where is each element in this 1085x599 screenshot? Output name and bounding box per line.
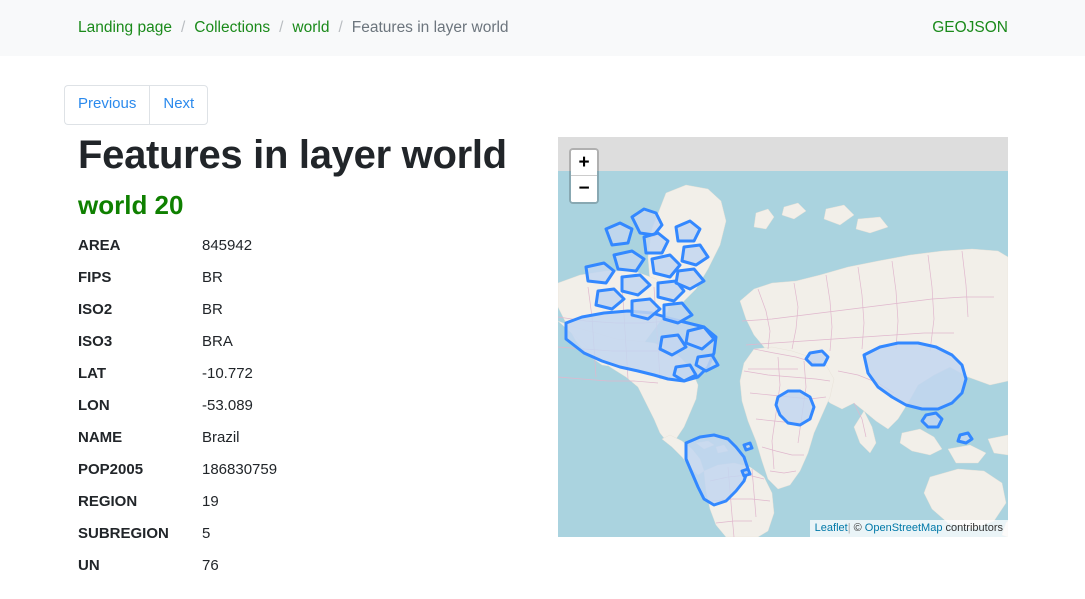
page-title: Features in layer world <box>78 132 538 178</box>
property-name: NAME <box>78 429 202 461</box>
map-zoom-control: + − <box>569 148 599 204</box>
header-bar: Landing page / Collections / world / Fea… <box>0 0 1085 56</box>
property-name: LAT <box>78 365 202 397</box>
breadcrumb-item-collections[interactable]: Collections <box>194 19 270 37</box>
highlighted-arctic-island <box>696 355 718 371</box>
property-value: BR <box>202 301 538 333</box>
breadcrumb-separator: / <box>338 19 342 37</box>
map-tile-layer <box>558 171 1008 537</box>
property-name: SUBREGION <box>78 525 202 557</box>
property-value: 19 <box>202 493 538 525</box>
property-value: BR <box>202 269 538 301</box>
table-row: UN76 <box>78 557 538 589</box>
breadcrumb-item-current: Features in layer world <box>352 19 509 37</box>
highlighted-arctic-island <box>586 263 614 283</box>
openstreetmap-link[interactable]: OpenStreetMap <box>865 522 943 534</box>
table-row: FIPSBR <box>78 269 538 301</box>
property-name: REGION <box>78 493 202 525</box>
property-value: BRA <box>202 333 538 365</box>
next-button[interactable]: Next <box>149 85 208 125</box>
property-name: ISO3 <box>78 333 202 365</box>
property-value: 845942 <box>202 237 538 269</box>
breadcrumb-separator: / <box>181 19 185 37</box>
property-name: LON <box>78 397 202 429</box>
leaflet-link[interactable]: Leaflet <box>815 522 848 534</box>
table-row: LON-53.089 <box>78 397 538 429</box>
breadcrumb: Landing page / Collections / world / Fea… <box>78 19 509 37</box>
table-row: LAT-10.772 <box>78 365 538 397</box>
highlighted-island <box>744 443 752 450</box>
feature-properties-body: AREA845942FIPSBRISO2BRISO3BRALAT-10.772L… <box>78 237 538 589</box>
attribution-separator: | <box>848 522 851 534</box>
property-value: 76 <box>202 557 538 589</box>
table-row: SUBREGION5 <box>78 525 538 557</box>
highlighted-arctic-island <box>664 303 692 323</box>
highlighted-brunei <box>958 433 972 443</box>
property-name: AREA <box>78 237 202 269</box>
feature-properties-table: AREA845942FIPSBRISO2BRISO3BRALAT-10.772L… <box>78 237 538 589</box>
property-name: FIPS <box>78 269 202 301</box>
map-blank-tile-band <box>558 137 1008 171</box>
highlighted-arctic-island <box>606 223 632 245</box>
property-value: 5 <box>202 525 538 557</box>
feature-detail-panel: Features in layer world world 20 AREA845… <box>78 132 538 589</box>
map-attribution: Leaflet| © OpenStreetMap contributors <box>810 520 1008 537</box>
table-row: REGION19 <box>78 493 538 525</box>
map-vector-layer <box>558 171 1008 537</box>
breadcrumb-separator: / <box>279 19 283 37</box>
table-row: ISO2BR <box>78 301 538 333</box>
highlighted-arctic-island <box>632 209 662 235</box>
table-row: ISO3BRA <box>78 333 538 365</box>
feature-id-link[interactable]: world 20 <box>78 190 538 221</box>
highlighted-island <box>742 469 750 476</box>
zoom-out-button[interactable]: − <box>571 176 597 202</box>
table-row: NAMEBrazil <box>78 429 538 461</box>
breadcrumb-item-world[interactable]: world <box>292 19 329 37</box>
property-value: Brazil <box>202 429 538 461</box>
property-name: POP2005 <box>78 461 202 493</box>
zoom-in-button[interactable]: + <box>571 150 597 176</box>
property-name: ISO2 <box>78 301 202 333</box>
attribution-suffix: contributors <box>946 522 1003 534</box>
table-row: AREA845942 <box>78 237 538 269</box>
property-value: -53.089 <box>202 397 538 429</box>
previous-button[interactable]: Previous <box>64 85 149 125</box>
pagination-controls: Previous Next <box>64 85 208 125</box>
copyright-symbol: © <box>854 522 862 534</box>
geojson-format-link[interactable]: GEOJSON <box>932 19 1008 37</box>
highlighted-cambodia <box>922 413 942 427</box>
table-row: POP2005186830759 <box>78 461 538 493</box>
property-value: 186830759 <box>202 461 538 493</box>
property-value: -10.772 <box>202 365 538 397</box>
breadcrumb-item-landing-page[interactable]: Landing page <box>78 19 172 37</box>
highlighted-arctic-island <box>614 251 644 271</box>
leaflet-map[interactable]: + − Leaflet| © OpenStreetMap contributor… <box>558 137 1008 537</box>
highlighted-bulgaria <box>806 351 828 365</box>
property-name: UN <box>78 557 202 589</box>
